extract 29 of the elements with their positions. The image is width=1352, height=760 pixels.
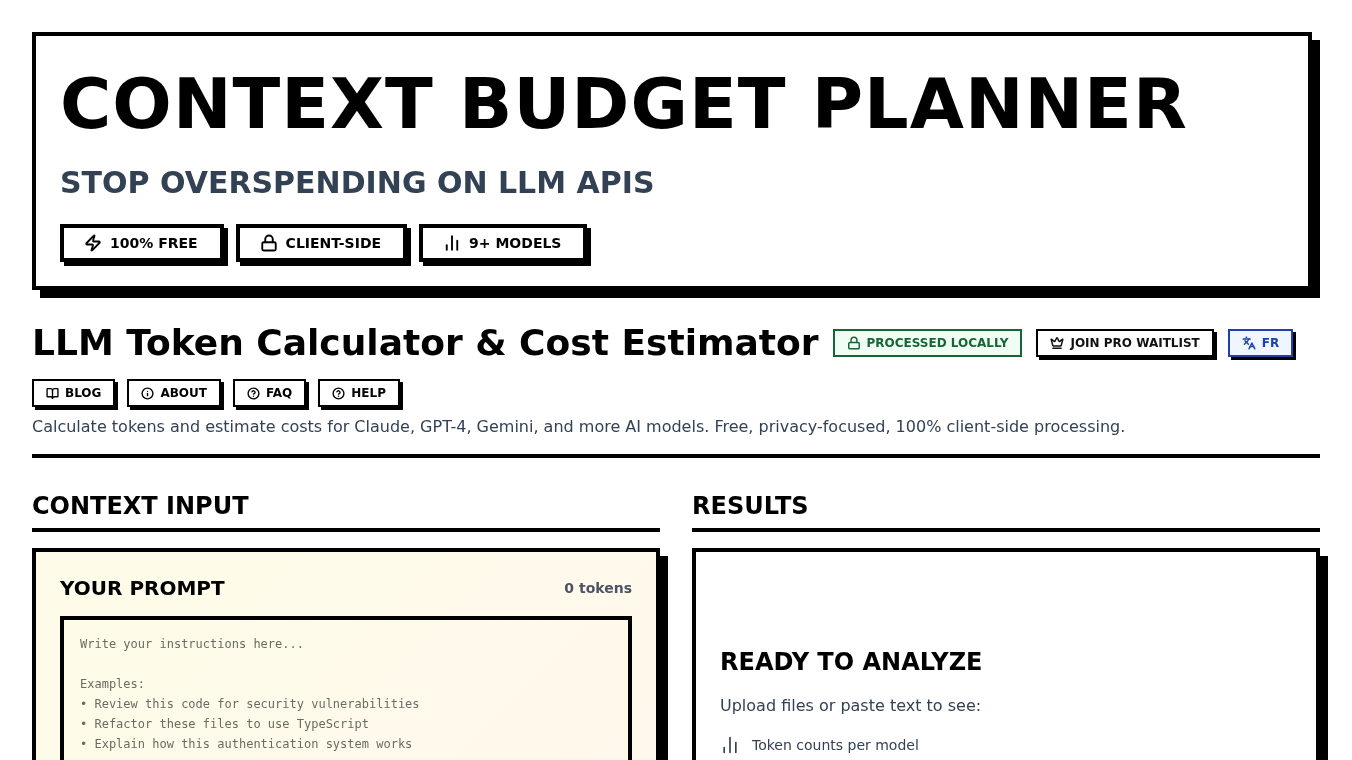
nav-link[interactable]: ABOUT	[127, 379, 221, 407]
token-count: 0 tokens	[564, 580, 632, 596]
section-heading: CONTEXT INPUT	[32, 492, 660, 532]
translate-icon	[1241, 335, 1256, 350]
book-icon	[46, 386, 59, 400]
hero-subtitle: STOP OVERSPENDING ON LLM APIS	[60, 165, 656, 200]
lightning-icon	[84, 234, 102, 252]
waitlist-button[interactable]: JOIN PRO WAITLIST	[1036, 328, 1214, 357]
processed-locally-label: PROCESSED LOCALLY	[832, 328, 1023, 357]
crown-icon	[1050, 335, 1065, 350]
question-icon	[332, 386, 346, 400]
lock-icon	[846, 335, 861, 350]
nav-link[interactable]: FAQ	[233, 379, 307, 407]
page-title: LLM Token Calculator & Cost Estimator	[32, 322, 819, 363]
question-icon	[247, 386, 260, 400]
nav-link[interactable]: BLOG	[32, 379, 116, 407]
hero-title: CONTEXT BUDGET PLANNER	[60, 66, 1189, 143]
page-description: Calculate tokens and estimate costs for Claude, GPT-4, Gemini, and more AI models. Free, privacy-focused, 100% client-side processing.	[32, 417, 1127, 436]
card-title: YOUR PROMPT	[60, 576, 225, 600]
section-heading: RESULTS	[692, 492, 1320, 532]
language-button[interactable]: FR	[1227, 328, 1294, 357]
bar-chart-icon	[720, 735, 740, 755]
nav-link[interactable]: HELP	[318, 379, 400, 407]
results-intro: Upload files or paste text to see:	[720, 696, 983, 715]
feature-item: Token counts per model	[752, 737, 919, 753]
lock-icon	[259, 234, 278, 252]
results-title: READY TO ANALYZE	[720, 648, 984, 676]
prompt-input[interactable]: Write your instructions here... Examples: • Review this code for security vulnerabilities • Refactor these files to use TypeScript • Explain how this authentication system works	[60, 616, 632, 760]
info-icon	[141, 386, 155, 400]
